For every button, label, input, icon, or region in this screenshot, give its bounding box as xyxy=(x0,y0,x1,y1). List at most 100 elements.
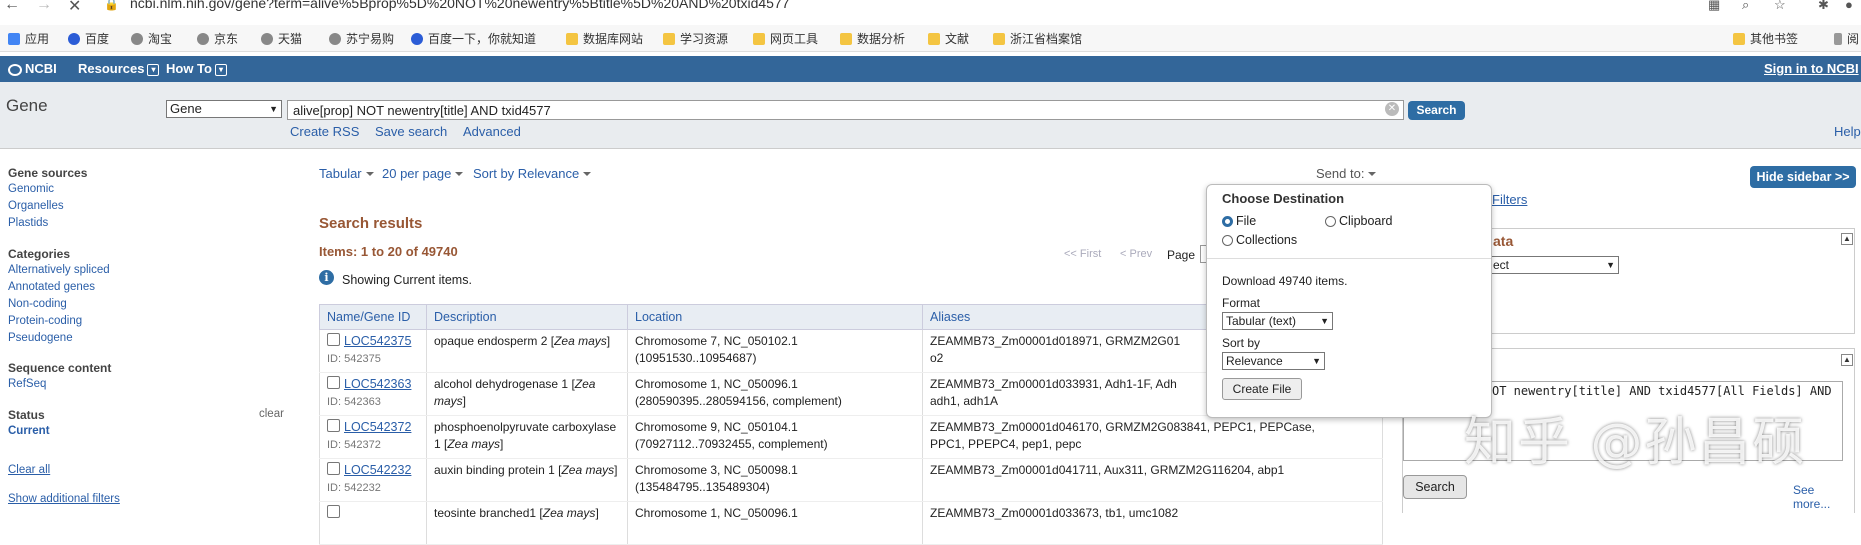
gene-link[interactable]: LOC542363 xyxy=(344,377,411,391)
howto-label: How To xyxy=(166,61,212,76)
categories-heading: Categories xyxy=(8,247,71,261)
search-header: Gene Gene ▼ alive[prop] NOT newentry[titl… xyxy=(0,82,1861,149)
bookmark-folder-other[interactable]: 其他书签 xyxy=(1733,30,1798,47)
signin-link[interactable]: Sign in to NCBI xyxy=(1764,61,1859,76)
see-more-link[interactable]: See more... xyxy=(1793,483,1854,511)
star-icon[interactable]: ☆ xyxy=(1774,0,1786,13)
database-filter-select[interactable]: ect ▼ xyxy=(1489,256,1619,274)
table-row: LOC542372 ID: 542372 phosphoenolpyruvate … xyxy=(319,415,1383,459)
collapse-icon[interactable]: ▲ xyxy=(1841,354,1853,366)
filter-refseq[interactable]: RefSeq xyxy=(8,378,46,390)
filter-annotated[interactable]: Annotated genes xyxy=(8,281,95,293)
radio-clipboard[interactable]: Clipboard xyxy=(1325,214,1393,228)
help-link[interactable]: Help xyxy=(1834,124,1861,139)
details-search-button[interactable]: Search xyxy=(1403,475,1467,499)
database-select-value: Gene xyxy=(170,101,202,116)
folder-icon xyxy=(566,33,578,45)
per-page-dropdown[interactable]: 20 per page xyxy=(382,166,464,181)
row-checkbox[interactable] xyxy=(327,376,340,389)
filter-alt-spliced[interactable]: Alternatively spliced xyxy=(8,264,110,276)
bookmark-baidu-search[interactable]: 百度一下，你就知道 xyxy=(411,30,536,47)
bookmark-folder-analysis[interactable]: 数据分析 xyxy=(840,30,905,47)
search-button[interactable]: Search xyxy=(1408,101,1465,120)
forward-icon[interactable]: → xyxy=(36,0,52,14)
bookmark-taobao[interactable]: 淘宝 xyxy=(131,30,172,47)
filter-non-coding[interactable]: Non-coding xyxy=(8,298,67,310)
radio-icon xyxy=(1325,216,1336,227)
howto-menu[interactable]: How To ▾ xyxy=(166,61,227,76)
bookmark-folder-db[interactable]: 数据库网站 xyxy=(566,30,643,47)
search-input[interactable]: alive[prop] NOT newentry[title] AND txid… xyxy=(287,100,1404,120)
column-header-description[interactable]: Description xyxy=(426,304,628,330)
description-end: ] xyxy=(595,506,599,520)
bookmark-folder-webtools[interactable]: 网页工具 xyxy=(753,30,818,47)
chevron-down-icon: ▾ xyxy=(214,64,227,76)
folder-icon xyxy=(753,33,765,45)
clear-search-icon[interactable]: ✕ xyxy=(1385,102,1399,116)
sort-dropdown[interactable]: Sort by Relevance xyxy=(473,166,592,181)
back-icon[interactable]: ← xyxy=(4,0,20,14)
gene-link[interactable]: LOC542375 xyxy=(344,334,411,348)
bookmark-tmall[interactable]: 天猫 xyxy=(261,30,302,47)
sort-by-select[interactable]: Relevance ▼ xyxy=(1222,352,1325,370)
cell-location: Chromosome 3, NC_050098.1 (135484795..135… xyxy=(627,458,923,502)
row-checkbox[interactable] xyxy=(327,333,340,346)
send-to-dropdown[interactable]: Send to: xyxy=(1316,166,1377,181)
zoom-icon[interactable]: ⌕ xyxy=(1742,0,1749,13)
prev-page-link[interactable]: < Prev xyxy=(1120,248,1152,260)
filter-organelles[interactable]: Organelles xyxy=(8,200,64,212)
format-dropdown[interactable]: Tabular xyxy=(319,166,374,181)
resources-menu[interactable]: Resources ▾ xyxy=(78,61,160,76)
filter-plastids[interactable]: Plastids xyxy=(8,217,48,229)
format-select[interactable]: Tabular (text) ▼ xyxy=(1222,312,1333,330)
database-select[interactable]: Gene ▼ xyxy=(166,100,282,118)
gene-sources-heading: Gene sources xyxy=(8,166,88,180)
row-checkbox[interactable] xyxy=(327,462,340,475)
aliases-line: ZEAMMB73_Zm00001d033931, Adh1-1F, Adh xyxy=(930,377,1177,391)
url-text[interactable]: ncbi.nlm.nih.gov/gene?term=alive%5Bprop%… xyxy=(130,0,790,11)
chevron-down-icon: ▼ xyxy=(1312,356,1321,366)
filters-link[interactable]: Filters xyxy=(1492,192,1527,207)
status-clear-link[interactable]: clear xyxy=(259,408,284,420)
hide-sidebar-button[interactable]: Hide sidebar >> xyxy=(1750,166,1856,188)
filter-protein-coding[interactable]: Protein-coding xyxy=(8,315,82,327)
grid-icon[interactable]: ▦ xyxy=(1708,0,1720,13)
stop-icon[interactable]: ✕ xyxy=(68,0,81,14)
collapse-icon[interactable]: ▲ xyxy=(1841,233,1853,245)
caret-down-icon xyxy=(1368,172,1377,176)
first-page-link[interactable]: << First xyxy=(1064,248,1101,260)
show-filters-link[interactable]: Show additional filters xyxy=(8,493,120,505)
folder-icon xyxy=(840,33,852,45)
bookmark-baidu[interactable]: 百度 xyxy=(68,30,109,47)
bookmark-folder-learning[interactable]: 学习资源 xyxy=(663,30,728,47)
save-search-link[interactable]: Save search xyxy=(375,124,447,139)
clear-all-link[interactable]: Clear all xyxy=(8,464,50,476)
filter-genomic[interactable]: Genomic xyxy=(8,183,54,195)
bookmark-reading-list[interactable]: 阅 xyxy=(1834,30,1859,47)
bookmark-suning[interactable]: 苏宁易购 xyxy=(329,30,394,47)
bookmark-jd[interactable]: 京东 xyxy=(197,30,238,47)
ncbi-logo[interactable]: NCBI xyxy=(8,61,57,76)
cell-location: Chromosome 1, NC_050096.1 (280590395..280… xyxy=(627,372,923,416)
search-input-text: alive[prop] NOT newentry[title] AND txid… xyxy=(293,103,551,118)
row-checkbox[interactable] xyxy=(327,419,340,432)
profile-icon[interactable]: ● xyxy=(1845,0,1853,12)
bookmark-apps[interactable]: 应用 xyxy=(8,30,49,47)
description-text: auxin binding protein 1 [ xyxy=(434,463,562,477)
filter-pseudogene[interactable]: Pseudogene xyxy=(8,332,73,344)
bookmark-folder-archive[interactable]: 浙江省档案馆 xyxy=(993,30,1082,47)
column-header-location[interactable]: Location xyxy=(627,304,923,330)
bookmark-folder-papers[interactable]: 文献 xyxy=(928,30,969,47)
radio-collections[interactable]: Collections xyxy=(1222,233,1297,247)
create-rss-link[interactable]: Create RSS xyxy=(290,124,359,139)
create-file-button[interactable]: Create File xyxy=(1222,378,1302,400)
extensions-icon[interactable]: ✱ xyxy=(1818,0,1829,13)
status-heading: Status xyxy=(8,408,45,422)
globe-icon xyxy=(261,33,273,45)
column-header-name[interactable]: Name/Gene ID xyxy=(319,304,427,330)
gene-link[interactable]: LOC542372 xyxy=(344,420,411,434)
gene-link[interactable]: LOC542232 xyxy=(344,463,411,477)
radio-file[interactable]: File xyxy=(1222,214,1256,228)
filter-current[interactable]: Current xyxy=(8,425,50,437)
advanced-link[interactable]: Advanced xyxy=(463,124,521,139)
